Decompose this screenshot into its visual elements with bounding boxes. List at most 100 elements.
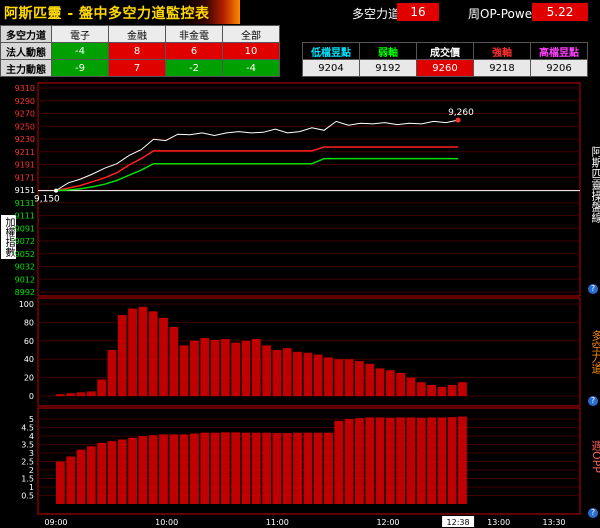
bar [231, 432, 241, 504]
y-tick-label: 0.5 [21, 492, 34, 501]
bar [241, 432, 251, 504]
bar [86, 446, 96, 504]
bar [128, 437, 137, 504]
bar [303, 432, 313, 504]
price-tick-label: 9211 [15, 148, 35, 157]
bar [447, 384, 457, 396]
bar [293, 432, 302, 504]
bar [427, 417, 436, 504]
bar [365, 417, 375, 504]
bar [190, 433, 199, 504]
bar [406, 417, 416, 504]
bar [262, 432, 272, 504]
bar [272, 433, 282, 504]
price-tick-label: 9012 [15, 275, 35, 284]
bar [437, 417, 447, 504]
price-tick-label: 9032 [15, 263, 35, 272]
bar [220, 432, 230, 504]
bar [324, 432, 333, 504]
y-tick-label: 80 [24, 318, 34, 327]
price-tick-label: 8992 [15, 288, 35, 297]
bar [324, 357, 333, 396]
bar [117, 315, 127, 396]
bar [97, 379, 107, 396]
bar [437, 386, 447, 396]
bar [375, 368, 385, 396]
price-tick-label: 9111 [15, 212, 35, 221]
bar [86, 391, 96, 396]
bar [396, 373, 406, 396]
bar [190, 340, 199, 396]
bar [169, 327, 179, 396]
bar [220, 338, 230, 396]
bar [396, 417, 406, 504]
bar [210, 432, 220, 504]
bar [66, 393, 76, 396]
price-tick-label: 9151 [15, 186, 35, 195]
bar [200, 338, 210, 396]
bar [56, 461, 65, 504]
bar [282, 348, 292, 396]
bar [179, 345, 189, 396]
bar [406, 377, 416, 396]
bar [159, 434, 168, 504]
current-time-label: 12:38 [447, 518, 470, 527]
bar [375, 417, 385, 504]
bar [179, 434, 189, 504]
price-tick-label: 9191 [15, 161, 35, 170]
bar [272, 350, 282, 396]
time-tick-label: 12:00 [376, 518, 399, 527]
bar [107, 350, 117, 396]
bar [458, 382, 467, 396]
bar [416, 417, 426, 504]
bar [66, 456, 76, 504]
bar [251, 432, 261, 504]
time-tick-label: 13:30 [542, 518, 565, 527]
bar [169, 434, 179, 504]
bar [344, 419, 354, 504]
bar [76, 449, 86, 504]
time-tick-label: 09:00 [44, 518, 67, 527]
bar [138, 436, 148, 504]
monitor-app: 阿斯匹靈 - 盤中多空力道監控表 多空力道 16 周OP-Power 5.22 … [0, 0, 600, 528]
bar [97, 442, 107, 504]
bar [128, 308, 137, 396]
bar [107, 441, 117, 504]
bar [427, 384, 436, 396]
y-tick-label: 40 [24, 355, 34, 364]
bar [303, 352, 313, 396]
y-tick-label: 60 [24, 337, 34, 346]
open-price-marker [54, 188, 58, 193]
bar [385, 370, 395, 396]
bar [354, 418, 364, 504]
open-price-label: 9,150 [34, 195, 60, 205]
time-tick-label: 11:00 [266, 518, 289, 527]
bar [200, 432, 210, 504]
bar [148, 435, 158, 504]
bar [365, 363, 375, 396]
bar [56, 394, 65, 396]
bar [313, 432, 323, 504]
bar [251, 338, 261, 396]
intraday-chart: 9310 9290 9270 9250 9230 9211 9191 9171 9151 9131… [15, 82, 581, 527]
bar [344, 359, 354, 396]
bar [416, 382, 426, 396]
price-tick-label: 9052 [15, 250, 35, 259]
bar [334, 420, 344, 504]
bar [138, 306, 148, 396]
bar [231, 342, 241, 396]
bar [241, 340, 251, 396]
price-tick-label: 9072 [15, 237, 35, 246]
bar [76, 392, 86, 396]
price-tick-label: 9091 [15, 224, 35, 233]
bar [117, 439, 127, 504]
last-price-marker [455, 117, 461, 123]
price-tick-label: 9171 [15, 173, 35, 182]
price-tick-label: 9270 [15, 110, 35, 119]
bar [354, 361, 364, 396]
bar [282, 433, 292, 504]
last-price-label: 9,260 [448, 108, 474, 118]
bar [458, 416, 467, 504]
bar [313, 354, 323, 396]
bar [334, 359, 344, 396]
